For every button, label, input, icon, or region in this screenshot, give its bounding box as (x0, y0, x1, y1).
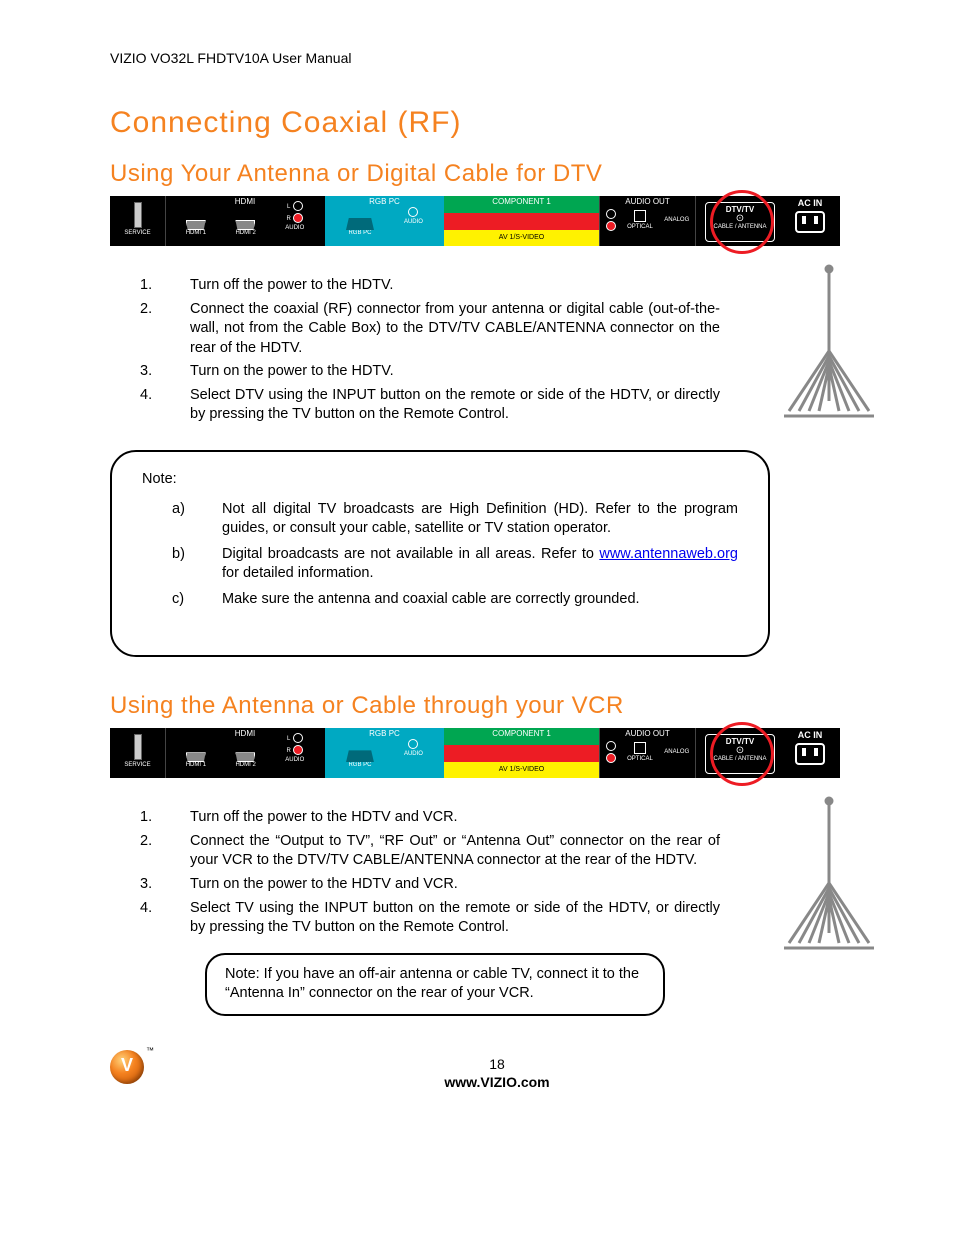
section1-subtitle: Using Your Antenna or Digital Cable for … (110, 160, 884, 188)
hdmi2-label: HDMI 2 (235, 230, 255, 236)
page-number: 18 (110, 1056, 884, 1072)
ac-in-label: AC IN (780, 198, 840, 208)
rear-panel-diagram-2: SERVICE HDMI HDMI 1 HDMI 2 L R AUDIO RGB… (110, 728, 840, 778)
small-note-panel: Note: If you have an off-air antenna or … (205, 953, 665, 1016)
hdmi1-label: HDMI 1 (186, 230, 206, 236)
cable-antenna-label: CABLE / ANTENNA (706, 224, 774, 230)
dtv-tv-connector: DTV/TV ⊙ CABLE / ANTENNA (705, 734, 775, 774)
ac-in-label: AC IN (780, 730, 840, 740)
list-item: 2.Connect the coaxial (RF) connector fro… (140, 300, 720, 359)
note-b-pre: Digital broadcasts are not available in … (222, 546, 599, 562)
note-label: Note: (142, 470, 738, 490)
component-label: COMPONENT 1 (444, 196, 599, 206)
rgb-label: RGB PC (325, 728, 444, 738)
list-item: 4.Select DTV using the INPUT button on t… (140, 386, 720, 425)
antenna-icon (774, 261, 884, 441)
section2-steps: 1.Turn off the power to the HDTV and VCR… (110, 808, 720, 937)
list-item: 1.Turn off the power to the HDTV and VCR… (140, 808, 720, 828)
section2-subtitle: Using the Antenna or Cable through your … (110, 692, 884, 720)
service-label: SERVICE (110, 762, 165, 768)
hdmi-l: L (287, 204, 290, 210)
list-item: 4.Select TV using the INPUT button on th… (140, 899, 720, 938)
hdmi-r: R (286, 216, 290, 222)
hdmi1-label: HDMI 1 (186, 762, 206, 768)
list-item: 2.Connect the “Output to TV”, “RF Out” o… (140, 832, 720, 871)
note-panel: Note: a)Not all digital TV broadcasts ar… (110, 450, 770, 657)
note-item: b) Digital broadcasts are not available … (172, 545, 738, 584)
optical-label: OPTICAL (627, 224, 653, 230)
note-b-post: for detailed information. (222, 565, 374, 581)
footer-site: www.VIZIO.com (110, 1074, 884, 1090)
rear-panel-diagram: SERVICE HDMI HDMI 1 HDMI 2 L R AUDIO RGB… (110, 196, 840, 246)
manual-header: VIZIO VO32L FHDTV10A User Manual (110, 50, 884, 66)
analog-label: ANALOG (664, 217, 689, 223)
section1-steps: 1.Turn off the power to the HDTV. 2.Conn… (110, 276, 720, 425)
rgb-label: RGB PC (325, 196, 444, 206)
rgb-port-label: RGB PC (346, 230, 374, 236)
service-label: SERVICE (110, 230, 165, 236)
vizio-logo-icon: V (110, 1050, 144, 1084)
note-item: c)Make sure the antenna and coaxial cabl… (172, 590, 738, 610)
page-title: Connecting Coaxial (RF) (110, 106, 884, 140)
hdmi2-label: HDMI 2 (235, 762, 255, 768)
note-item: a)Not all digital TV broadcasts are High… (172, 500, 738, 539)
trademark-icon: ™ (146, 1046, 154, 1055)
list-item: 3.Turn on the power to the HDTV and VCR. (140, 875, 720, 895)
antenna-icon (774, 793, 884, 973)
list-item: 3.Turn on the power to the HDTV. (140, 362, 720, 382)
dtv-tv-connector: DTV/TV ⊙ CABLE / ANTENNA (705, 202, 775, 242)
av-label: AV 1/S-VIDEO (444, 230, 599, 246)
hdmi-audio-label: AUDIO (285, 225, 304, 231)
list-item: 1.Turn off the power to the HDTV. (140, 276, 720, 296)
rgb-audio-label: AUDIO (404, 219, 423, 225)
antennaweb-link[interactable]: www.antennaweb.org (599, 546, 738, 562)
